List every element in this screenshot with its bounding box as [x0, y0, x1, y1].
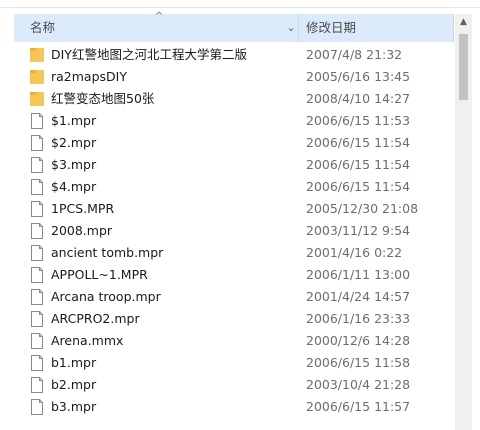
folder-icon: [30, 91, 44, 107]
file-row[interactable]: APPOLL~1.MPR 2006/1/11 13:00: [14, 264, 454, 286]
name-column-header[interactable]: 名称: [30, 14, 55, 42]
file-name: ancient tomb.mpr: [51, 245, 164, 260]
file-row[interactable]: 1PCS.MPR 2005/12/30 21:08: [14, 198, 454, 220]
file-row[interactable]: 2008.mpr 2003/11/12 9:54: [14, 220, 454, 242]
file-icon: [30, 245, 44, 261]
modified-date: 2006/6/15 11:54: [306, 135, 411, 150]
file-row[interactable]: Arcana troop.mpr 2001/4/24 14:57: [14, 286, 454, 308]
file-name: b3.mpr: [51, 399, 97, 414]
file-icon: [30, 399, 44, 415]
file-icon: [30, 201, 44, 217]
file-row[interactable]: ancient tomb.mpr 2001/4/16 0:22: [14, 242, 454, 264]
file-row[interactable]: $3.mpr 2006/6/15 11:54: [14, 154, 454, 176]
file-name: DIY红警地图之河北工程大学第二版: [51, 47, 247, 62]
date-column-header[interactable]: 修改日期: [306, 14, 356, 42]
column-header-bar: 名称 ^ ⌄ 修改日期: [14, 11, 454, 42]
file-icon: [30, 355, 44, 371]
file-icon: [30, 267, 44, 283]
modified-date: 2000/12/6 14:28: [306, 333, 411, 348]
file-row[interactable]: b2.mpr 2003/10/4 21:28: [14, 374, 454, 396]
modified-date: 2005/6/16 13:45: [306, 69, 411, 84]
modified-date: 2006/6/15 11:54: [306, 179, 411, 194]
file-name: Arcana troop.mpr: [51, 289, 161, 304]
sort-ascending-icon: ^: [155, 11, 164, 22]
file-name: $3.mpr: [51, 157, 97, 172]
file-row[interactable]: Arena.mmx 2000/12/6 14:28: [14, 330, 454, 352]
file-name: APPOLL~1.MPR: [51, 267, 148, 282]
file-row[interactable]: $4.mpr 2006/6/15 11:54: [14, 176, 454, 198]
file-row[interactable]: b1.mpr 2006/6/15 11:58: [14, 352, 454, 374]
column-divider[interactable]: [298, 14, 299, 42]
file-icon: [30, 333, 44, 349]
file-icon: [30, 113, 44, 129]
file-name: 红警变态地图50张: [51, 91, 155, 106]
file-icon: [30, 135, 44, 151]
folder-row[interactable]: ra2mapsDIY 2005/6/16 13:45: [14, 66, 454, 88]
file-name: $1.mpr: [51, 113, 97, 128]
modified-date: 2005/12/30 21:08: [306, 201, 419, 216]
file-row[interactable]: b3.mpr 2006/6/15 11:57: [14, 396, 454, 418]
file-name: 2008.mpr: [51, 223, 113, 238]
modified-date: 2006/1/16 23:33: [306, 311, 411, 326]
modified-date: 2001/4/24 14:57: [306, 289, 411, 304]
file-name: b1.mpr: [51, 355, 97, 370]
file-name: 1PCS.MPR: [51, 201, 115, 216]
file-icon: [30, 377, 44, 393]
file-name: ARCPRO2.mpr: [51, 311, 140, 326]
folder-icon: [30, 69, 44, 85]
modified-date: 2003/11/12 9:54: [306, 223, 411, 238]
file-name: $4.mpr: [51, 179, 97, 194]
file-row[interactable]: ARCPRO2.mpr 2006/1/16 23:33: [14, 308, 454, 330]
vertical-scrollbar[interactable]: ▲: [455, 14, 472, 430]
column-dropdown-icon[interactable]: ⌄: [284, 14, 298, 42]
scroll-up-icon[interactable]: ▲: [455, 14, 472, 31]
modified-date: 2003/10/4 21:28: [306, 377, 411, 392]
file-name: Arena.mmx: [51, 333, 124, 348]
file-name: $2.mpr: [51, 135, 97, 150]
window-top-edge: [0, 0, 480, 8]
modified-date: 2006/6/15 11:53: [306, 113, 411, 128]
folder-icon: [30, 47, 44, 63]
file-icon: [30, 179, 44, 195]
modified-date: 2006/6/15 11:57: [306, 399, 411, 414]
modified-date: 2006/1/11 13:00: [306, 267, 411, 282]
modified-date: 2006/6/15 11:54: [306, 157, 411, 172]
modified-date: 2001/4/16 0:22: [306, 245, 403, 260]
file-name: ra2mapsDIY: [51, 69, 127, 84]
file-icon: [30, 289, 44, 305]
file-icon: [30, 157, 44, 173]
file-icon: [30, 311, 44, 327]
file-row[interactable]: $1.mpr 2006/6/15 11:53: [14, 110, 454, 132]
file-name: b2.mpr: [51, 377, 97, 392]
modified-date: 2008/4/10 14:27: [306, 91, 411, 106]
scrollbar-thumb[interactable]: [459, 34, 468, 100]
folder-row[interactable]: DIY红警地图之河北工程大学第二版 2007/4/8 21:32: [14, 44, 454, 66]
modified-date: 2006/6/15 11:58: [306, 355, 411, 370]
folder-row[interactable]: 红警变态地图50张 2008/4/10 14:27: [14, 88, 454, 110]
file-icon: [30, 223, 44, 239]
file-row[interactable]: $2.mpr 2006/6/15 11:54: [14, 132, 454, 154]
modified-date: 2007/4/8 21:32: [306, 47, 403, 62]
